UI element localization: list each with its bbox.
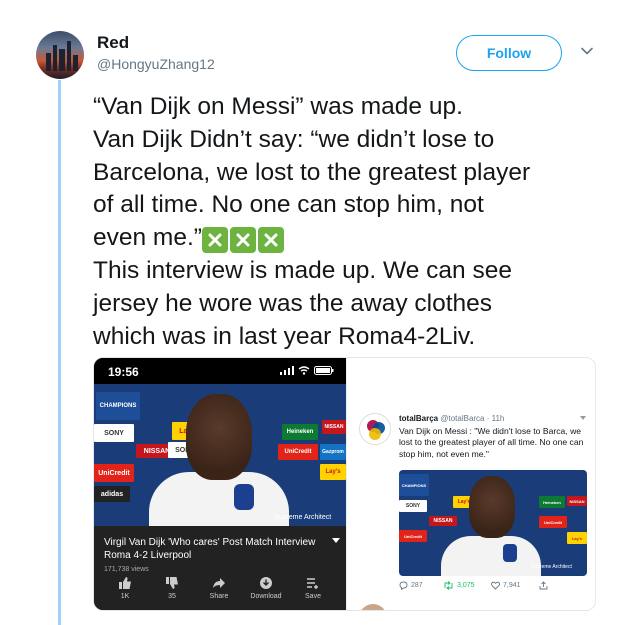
board-unicredit-2: UniCredit <box>278 444 318 460</box>
download-button[interactable]: Download <box>243 576 289 600</box>
tweet-line: even me.” <box>93 224 202 252</box>
save-icon <box>307 578 318 589</box>
follow-button[interactable]: Follow <box>456 35 562 71</box>
wifi-icon <box>298 366 310 375</box>
thumbs-down-icon <box>166 577 178 589</box>
thumbs-up-icon <box>119 577 131 589</box>
embed-time: 11h <box>491 414 505 423</box>
user-handle[interactable]: @HongyuZhang12 <box>97 56 215 72</box>
tweet-line: This interview is made up. We can see <box>93 256 512 284</box>
phone-status-bar: 19:56 <box>94 358 346 384</box>
board-nissan-2: NISSAN <box>322 420 346 434</box>
reply-icon <box>399 581 408 590</box>
board-unicredit-2: UniCredit <box>539 516 567 528</box>
like-count: 1K <box>120 593 130 600</box>
embed-like-count: 7,941 <box>503 582 521 589</box>
board-lays-2: Lay's <box>567 532 587 544</box>
board-unicredit: UniCredit <box>399 530 427 542</box>
embed-chevron-icon <box>580 416 586 420</box>
video-frame[interactable]: CHAMPIONS SONY NISSAN UniCredit Lay's SO… <box>94 384 346 526</box>
player-shirt <box>149 472 289 526</box>
download-icon <box>260 577 272 589</box>
embed-tweet-text: Van Dijk on Messi : "We didn't lose to B… <box>399 426 584 459</box>
thread-line <box>58 80 61 625</box>
heart-icon <box>491 581 500 590</box>
board-gazprom: Gazprom <box>320 444 346 460</box>
embed-user-handle: @totalBarca <box>440 414 485 423</box>
video-watermark: Supreme Architect <box>274 514 332 521</box>
embed-actions: 287 3,075 7,941 <box>399 581 589 595</box>
board-champions: CHAMPIONS <box>96 392 140 420</box>
like-button[interactable]: 1K <box>102 576 148 600</box>
board-unicredit: UniCredit <box>94 464 134 482</box>
status-time: 19:56 <box>108 365 139 379</box>
embed-video-watermark: Supreme Architect <box>531 564 572 570</box>
player-head <box>186 394 252 480</box>
user-avatar[interactable] <box>36 31 84 79</box>
share-button[interactable]: Share <box>196 576 242 600</box>
retweet-icon <box>444 581 453 590</box>
embed-reply-count: 287 <box>411 582 423 589</box>
save-button[interactable]: Save <box>290 576 336 600</box>
youtube-actions: 1K 35 Share Download Save <box>94 576 346 610</box>
tweet-line: which was in last year Roma4-2Liv. <box>93 322 476 350</box>
totalbarca-logo-icon <box>361 415 390 444</box>
download-label: Download <box>250 593 282 600</box>
totalbarca-avatar <box>359 413 391 445</box>
battery-icon <box>314 366 334 375</box>
next-reply-avatar <box>359 604 387 610</box>
save-label: Save <box>305 593 321 600</box>
expand-caret-icon[interactable] <box>332 538 340 543</box>
embed-user-name: totalBarça <box>399 414 439 423</box>
tweet-line: Van Dijk Didn’t say: “we didn’t lose to <box>93 125 495 153</box>
tweet-line: Barcelona, we lost to the greatest playe… <box>93 158 531 186</box>
signal-icon <box>280 366 294 375</box>
tweet-line: “Van Dijk on Messi” was made up. <box>93 93 463 120</box>
video-views: 171,738 views <box>104 566 149 573</box>
embed-player-shirt <box>441 536 541 576</box>
cross-mark-icon <box>201 227 228 254</box>
tweet-line-with-emoji: even me.” <box>93 222 598 255</box>
board-lays-2: Lay's <box>320 464 346 480</box>
embed-microphone-icon <box>503 544 517 562</box>
dislike-count: 35 <box>168 593 176 600</box>
embedded-tweet-screenshot: totalBarça @totalBarca · 11h Van Dijk on… <box>346 358 595 610</box>
dislike-button[interactable]: 35 <box>149 576 195 600</box>
board-heineken: Heineken <box>282 424 318 440</box>
embed-player-head <box>469 476 515 538</box>
embed-retweet-count: 3,075 <box>457 582 475 589</box>
cross-mark-icon <box>229 227 256 254</box>
video-title[interactable]: Virgil Van Dijk 'Who cares' Post Match I… <box>104 536 324 562</box>
tweet-line: jersey he wore was the away clothes <box>93 289 492 317</box>
tweet-media-image[interactable]: 19:56 CHAMPIONS SONY NISSAN UniCredit La… <box>93 357 596 611</box>
board-heineken: Heineken <box>539 496 565 508</box>
board-sony: SONY <box>94 424 134 442</box>
board-nissan: NISSAN <box>429 516 457 526</box>
cross-mark-icon <box>257 227 284 254</box>
chevron-down-icon[interactable] <box>580 44 594 58</box>
tweet-text: “Van Dijk on Messi” was made up. Van Dij… <box>93 91 598 353</box>
youtube-video-info: Virgil Van Dijk 'Who cares' Post Match I… <box>94 526 346 610</box>
board-nissan-2: NISSAN <box>567 496 587 506</box>
board-sony: SONY <box>399 500 427 512</box>
user-name[interactable]: Red <box>97 33 129 53</box>
embed-video-frame: CHAMPIONS SONY NISSAN UniCredit Lay's Un… <box>399 470 587 576</box>
microphone-icon <box>234 484 254 510</box>
board-champions: CHAMPIONS <box>399 474 429 496</box>
youtube-screenshot: 19:56 CHAMPIONS SONY NISSAN UniCredit La… <box>94 358 346 610</box>
share-icon <box>213 578 225 588</box>
share-label: Share <box>209 593 229 600</box>
share-icon <box>539 581 548 590</box>
board-adidas: adidas <box>94 486 130 502</box>
tweet-line: of all time. No one can stop him, not <box>93 191 484 219</box>
